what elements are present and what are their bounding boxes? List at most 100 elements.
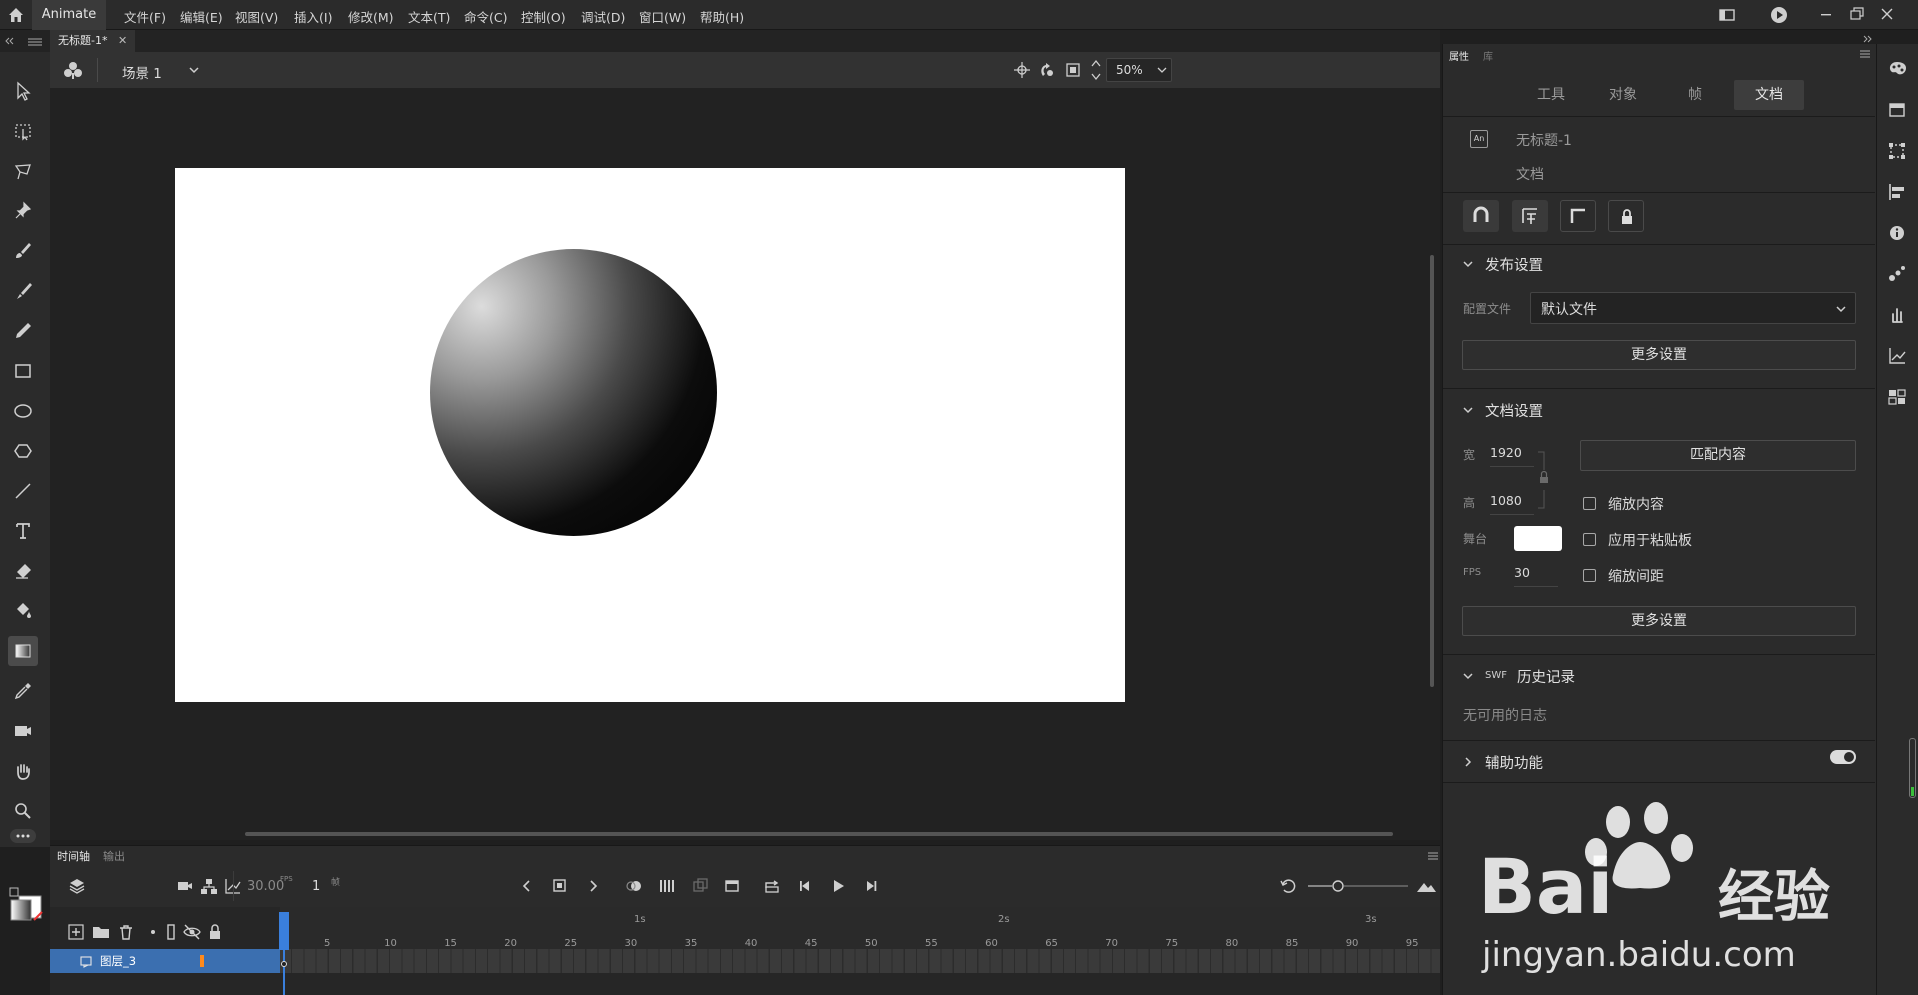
rulers-icon[interactable] (1560, 200, 1596, 232)
free-transform-tool-icon[interactable] (8, 116, 38, 146)
paint-bucket-tool-icon[interactable] (8, 596, 38, 626)
frame-zoom-slider[interactable] (1308, 880, 1408, 892)
zoom-select[interactable]: 50% (1106, 58, 1172, 82)
link-size-icon[interactable] (1536, 450, 1550, 510)
menu-help[interactable]: 帮助(H) (700, 7, 744, 26)
menu-commands[interactable]: 命令(C) (464, 7, 507, 26)
home-icon[interactable] (6, 5, 26, 25)
delete-layer-icon[interactable] (115, 921, 137, 943)
rotate-stage-icon[interactable] (1038, 61, 1056, 79)
chevron-down-icon[interactable] (1462, 670, 1474, 682)
close-icon[interactable] (1874, 2, 1900, 28)
publish-more-settings-button[interactable]: 更多设置 (1462, 340, 1856, 370)
paint-brush-tool-icon[interactable] (8, 236, 38, 266)
apply-pasteboard-checkbox[interactable] (1583, 533, 1596, 546)
menu-file[interactable]: 文件(F) (124, 7, 166, 26)
prev-keyframe-icon[interactable] (516, 875, 538, 897)
tab-timeline[interactable]: 时间轴 (57, 848, 90, 864)
publish-settings-title[interactable]: 发布设置 (1485, 254, 1543, 275)
brush-tool-icon[interactable] (8, 276, 38, 306)
hide-layer-icon[interactable] (181, 921, 203, 943)
line-tool-icon[interactable] (8, 476, 38, 506)
layer-row[interactable]: 图层_3 (50, 949, 280, 973)
doc-settings-title[interactable]: 文档设置 (1485, 400, 1543, 421)
undo-icon[interactable] (1277, 875, 1299, 897)
zoom-stepper-icon[interactable] (1090, 56, 1102, 84)
chevron-down-icon[interactable] (1462, 258, 1474, 270)
oval-tool-icon[interactable] (8, 396, 38, 426)
gradient-transform-tool-icon[interactable] (8, 636, 38, 666)
hand-tool-icon[interactable] (8, 756, 38, 786)
panel-menu-icon[interactable] (1860, 50, 1870, 58)
chevron-down-icon[interactable] (188, 64, 200, 76)
more-tools-icon[interactable] (10, 829, 36, 843)
horizontal-scrollbar[interactable] (245, 832, 1393, 836)
toolbar-menu-icon[interactable] (28, 38, 42, 46)
menu-insert[interactable]: 插入(I) (294, 7, 332, 26)
panel-tab-library[interactable]: 库 (1483, 48, 1493, 63)
rectangle-tool-icon[interactable] (8, 356, 38, 386)
tab-tool[interactable]: 工具 (1516, 80, 1586, 110)
loop-icon[interactable] (761, 875, 783, 897)
outline-layer-icon[interactable] (160, 921, 182, 943)
playhead[interactable] (279, 912, 289, 995)
text-tool-icon[interactable] (8, 516, 38, 546)
eyedropper-tool-icon[interactable] (8, 676, 38, 706)
scene-name[interactable]: 场景 1 (122, 62, 162, 82)
menu-edit[interactable]: 编辑(E) (180, 7, 223, 26)
center-frame-icon[interactable] (689, 875, 711, 897)
collapse-toolbar-icon[interactable] (4, 36, 14, 46)
tab-object[interactable]: 对象 (1588, 80, 1658, 110)
chevron-right-icon[interactable] (1462, 756, 1474, 768)
insert-frame-icon[interactable] (721, 875, 743, 897)
menu-text[interactable]: 文本(T) (408, 7, 450, 26)
snap-to-pixels-icon[interactable] (1512, 200, 1548, 232)
layer-name[interactable]: 图层_3 (100, 953, 136, 969)
expand-panels-icon[interactable] (1863, 34, 1873, 44)
match-contents-button[interactable]: 匹配内容 (1580, 440, 1856, 471)
timeline-menu-icon[interactable] (1428, 852, 1438, 860)
camera-icon[interactable] (174, 875, 196, 897)
vertical-scrollbar[interactable] (1430, 255, 1434, 687)
add-folder-icon[interactable] (90, 921, 112, 943)
color-panel-icon[interactable] (1884, 56, 1910, 82)
swf-history-title[interactable]: 历史记录 (1517, 666, 1575, 687)
selection-tool-icon[interactable] (8, 76, 38, 106)
zoom-tool-icon[interactable] (8, 796, 38, 826)
pin-tool-icon[interactable] (8, 196, 38, 226)
components-panel-icon[interactable] (1884, 384, 1910, 410)
fps-value[interactable]: 30.00 (247, 879, 284, 894)
current-frame[interactable]: 1 (312, 879, 320, 894)
menu-control[interactable]: 控制(O) (521, 7, 566, 26)
edit-symbols-icon[interactable] (62, 60, 84, 80)
motion-presets-icon[interactable] (1884, 261, 1910, 287)
layer-parenting-icon[interactable] (198, 875, 220, 897)
menu-view[interactable]: 视图(V) (235, 7, 278, 26)
snap-to-objects-icon[interactable] (1463, 200, 1499, 232)
next-keyframe-icon[interactable] (582, 875, 604, 897)
close-tab-icon[interactable]: ✕ (118, 30, 127, 52)
accessibility-toggle[interactable] (1830, 750, 1856, 764)
menu-debug[interactable]: 调试(D) (581, 7, 625, 26)
info-panel-icon[interactable] (1884, 220, 1910, 246)
clip-stage-icon[interactable] (1064, 61, 1082, 79)
camera-tool-icon[interactable] (8, 716, 38, 746)
doc-more-settings-button[interactable]: 更多设置 (1462, 606, 1856, 636)
scale-spacing-checkbox[interactable] (1583, 569, 1596, 582)
tab-document[interactable]: 无标题-1* ✕ (50, 30, 135, 52)
motion-editor-icon[interactable] (1884, 343, 1910, 369)
lock-guides-icon[interactable] (1608, 200, 1644, 232)
play-icon[interactable] (827, 875, 849, 897)
align-panel-icon[interactable] (1884, 179, 1910, 205)
width-field[interactable]: 1920 (1490, 445, 1522, 460)
fill-stroke-swatch[interactable] (8, 886, 44, 930)
workspace-icon[interactable] (1714, 2, 1740, 28)
profile-select[interactable]: 默认文件 (1530, 292, 1856, 324)
snap-icon[interactable] (1013, 61, 1031, 79)
step-back-icon[interactable] (794, 875, 816, 897)
frame-cells[interactable] (280, 949, 1440, 973)
gradient-ball[interactable] (430, 249, 717, 536)
pencil-tool-icon[interactable] (8, 316, 38, 346)
eraser-tool-icon[interactable] (8, 556, 38, 586)
minimize-icon[interactable] (1814, 2, 1840, 28)
